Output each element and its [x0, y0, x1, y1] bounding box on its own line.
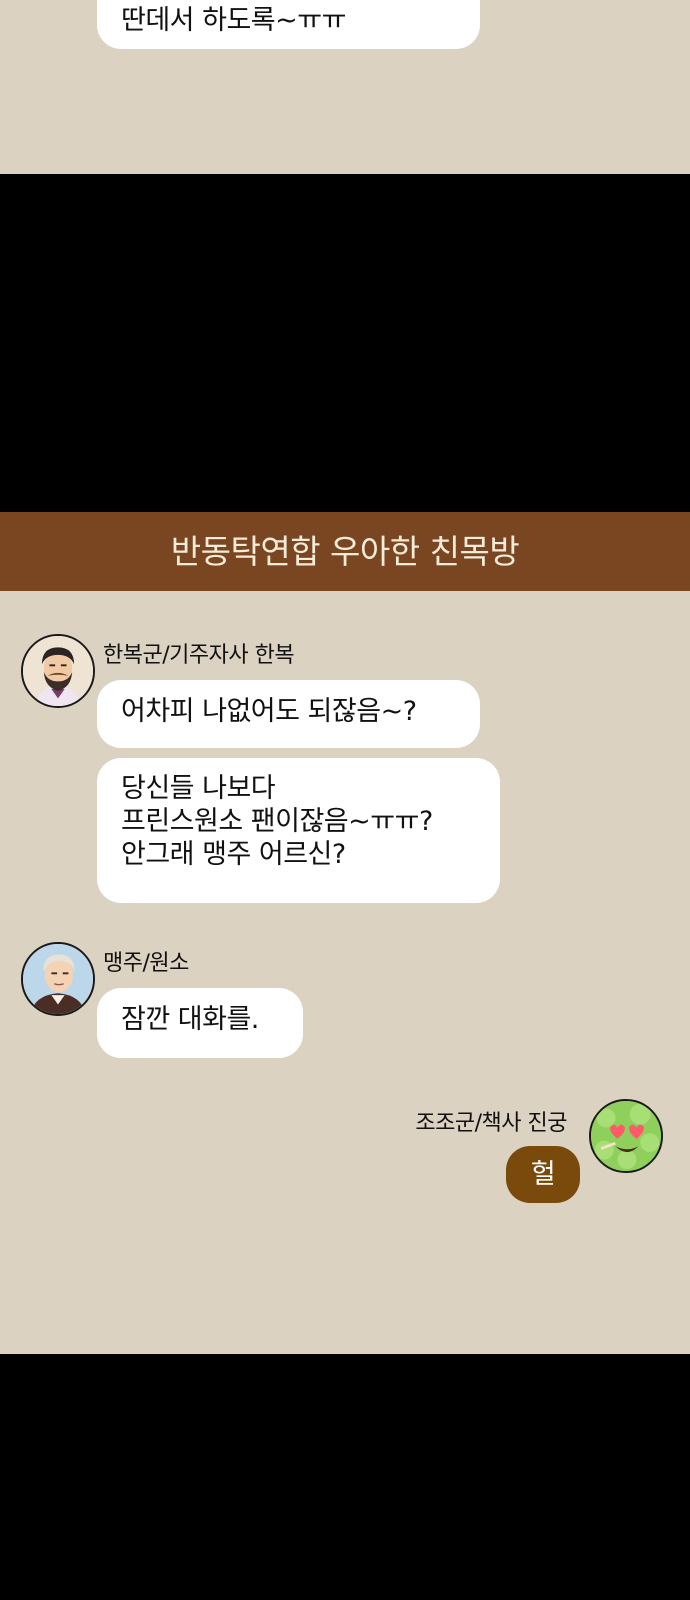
message-bubble: 당신들 나보다 프린스원소 팬이잖음~ㅠㅠ? 안그래 맹주 어르신? — [97, 758, 500, 903]
sender-name: 한복군/기주자사 한복 — [103, 643, 295, 668]
chat-room-title: 반동탁연합 우아한 친목방 — [0, 512, 690, 591]
chat-room-panel: 반동탁연합 우아한 친목방 한복군/기주자사 한복 어차피 나없어도 되잖음~?… — [0, 512, 690, 1354]
message-bubble: 어차피 나없어도 되잖음~? — [97, 680, 480, 748]
message-bubble: 잠깐 대화를. — [97, 988, 303, 1058]
gentleman-avatar-icon[interactable] — [21, 942, 95, 1016]
my-message-bubble: 헐 — [506, 1146, 580, 1203]
message-bubble: 딴데서 하도록~ㅠㅠ — [97, 0, 480, 49]
previous-chat-panel: 딴데서 하도록~ㅠㅠ — [0, 0, 690, 174]
bearded-man-avatar-icon[interactable] — [21, 634, 95, 708]
sender-name: 맹주/원소 — [103, 951, 189, 976]
green-heart-eyes-avatar-icon[interactable] — [589, 1099, 663, 1173]
sender-name: 조조군/책사 진궁 — [415, 1111, 567, 1136]
